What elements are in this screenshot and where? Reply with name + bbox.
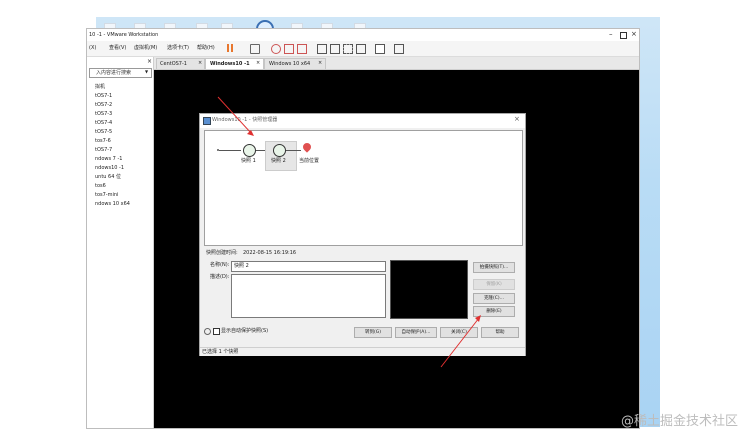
watermark: @稀土掘金技术社区 [620, 414, 738, 429]
arrow-head [475, 315, 481, 322]
arrow-to-delete-button [440, 317, 480, 368]
annotation-layer [217, 96, 481, 368]
arrow-to-snapshot-2 [217, 96, 252, 134]
arrow-head [247, 130, 254, 136]
